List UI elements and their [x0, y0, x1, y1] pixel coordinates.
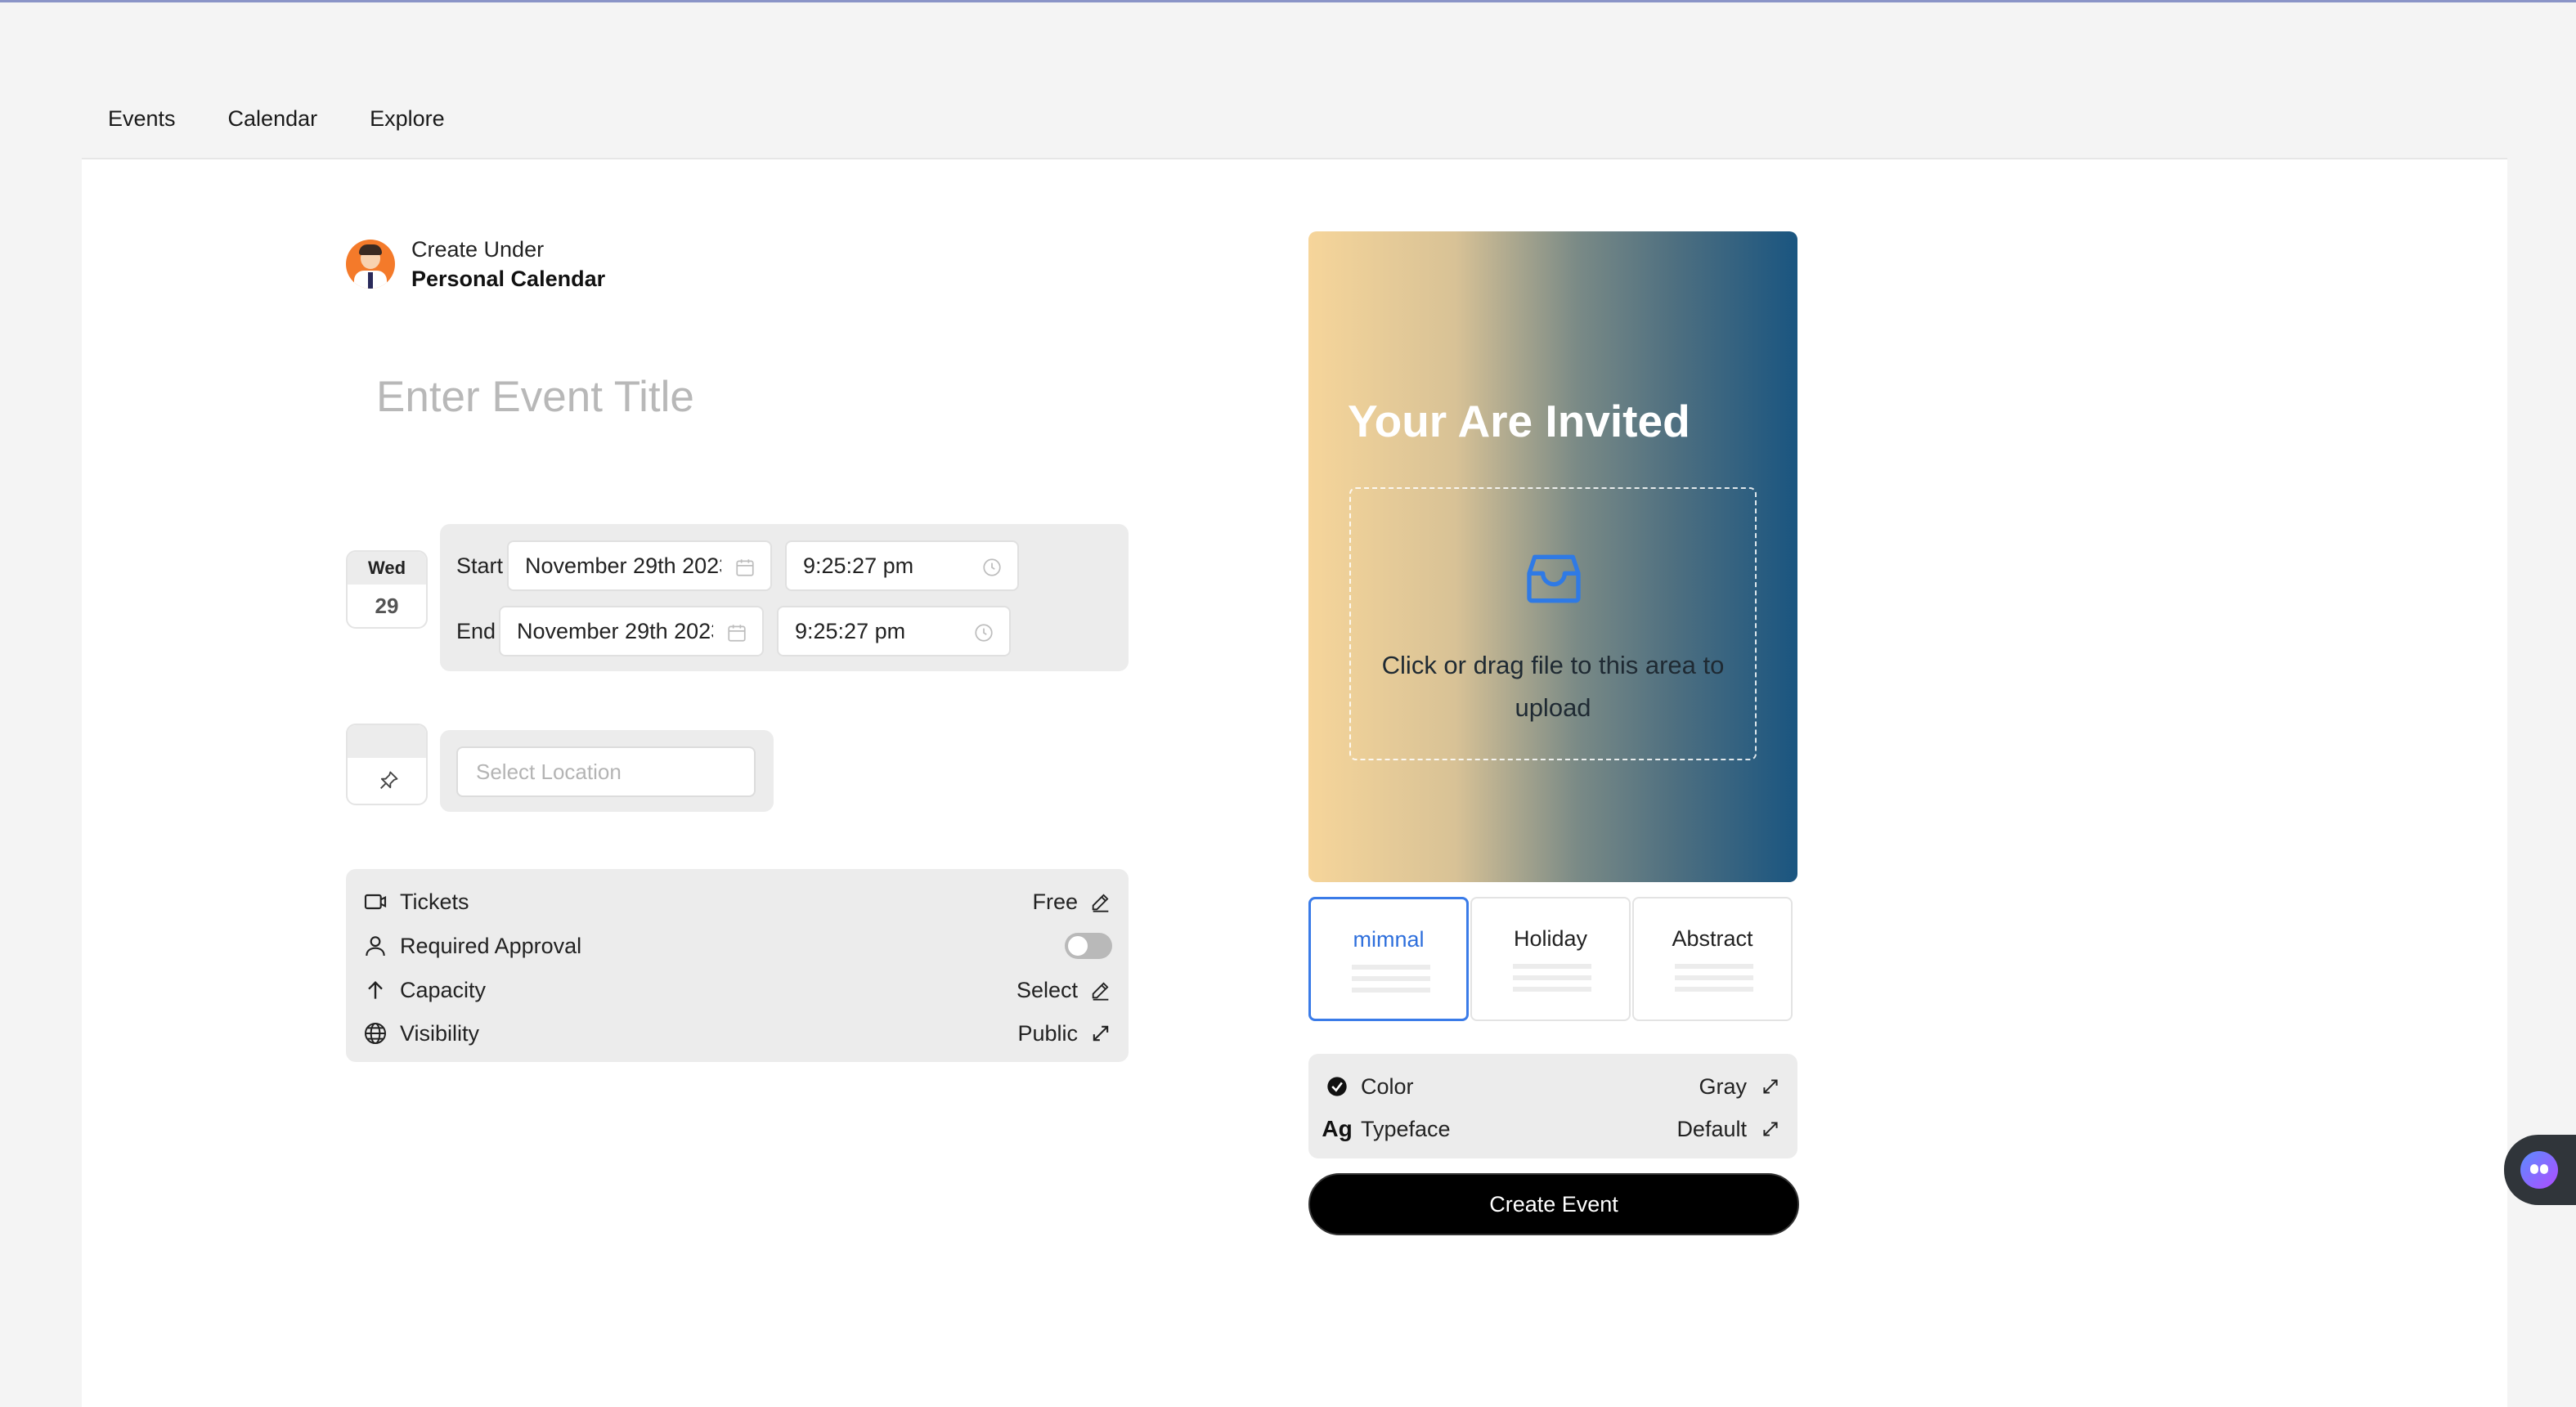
option-color: Color Gray	[1325, 1070, 1781, 1103]
edit-icon[interactable]	[1089, 979, 1112, 1001]
typeface-label: Typeface	[1361, 1116, 1451, 1141]
end-time-value: 9:25:27 pm	[795, 618, 906, 643]
end-date-field[interactable]: November 29th 2023	[499, 606, 764, 656]
image-upload-dropzone[interactable]: Click or drag file to this area to uploa…	[1349, 487, 1757, 760]
location-section	[440, 730, 774, 812]
start-date-value: November 29th 2023	[525, 553, 721, 578]
end-label: End	[456, 618, 496, 643]
theme-selector: mimnal Holiday Abstract	[1308, 897, 1793, 1021]
calendar-icon	[736, 559, 754, 576]
date-badge: Wed 29	[346, 550, 428, 629]
option-required-approval: Required Approval	[362, 930, 1112, 962]
nav-item-explore[interactable]: Explore	[370, 106, 445, 132]
expand-icon[interactable]	[1760, 1118, 1781, 1140]
pin-icon	[380, 771, 398, 789]
arrow-up-icon	[368, 980, 383, 999]
theme-label: mimnal	[1353, 927, 1425, 952]
nav-item-events[interactable]: Events	[108, 106, 176, 132]
ticket-icon	[364, 894, 387, 910]
assistant-icon	[2520, 1151, 2558, 1189]
inbox-icon	[1527, 554, 1581, 603]
edit-icon[interactable]	[1089, 890, 1112, 913]
datetime-section: Start November 29th 2023 9:25:27 pm End …	[440, 524, 1129, 671]
option-visibility: Visibility Public	[362, 1017, 1112, 1050]
typeface-value: Default	[1676, 1116, 1747, 1141]
visibility-value: Public	[1017, 1020, 1078, 1046]
top-nav: Events Calendar Explore	[108, 106, 445, 132]
top-accent-line	[0, 0, 2576, 2]
end-time-field[interactable]: 9:25:27 pm	[777, 606, 1011, 656]
location-badge	[346, 724, 428, 805]
start-date-field[interactable]: November 29th 2023	[507, 540, 772, 591]
clock-icon	[983, 558, 1001, 576]
visibility-label: Visibility	[400, 1020, 480, 1046]
calendar-name: Personal Calendar	[411, 267, 606, 291]
approval-toggle[interactable]	[1065, 933, 1112, 959]
theme-label: Abstract	[1672, 926, 1753, 951]
option-tickets: Tickets Free	[362, 885, 1112, 918]
start-time-value: 9:25:27 pm	[803, 553, 914, 578]
create-event-panel: Create Under Personal Calendar Wed 29 St…	[82, 158, 2507, 1407]
invite-card-preview: Your Are Invited Click or drag file to t…	[1308, 231, 1797, 882]
theme-mimnal[interactable]: mimnal	[1308, 897, 1469, 1021]
invite-title: Your Are Invited	[1348, 396, 1690, 446]
capacity-value: Select	[1016, 977, 1078, 1002]
create-event-button[interactable]: Create Event	[1308, 1173, 1799, 1235]
upload-instructions: Click or drag file to this area to uploa…	[1381, 651, 1725, 722]
color-value: Gray	[1699, 1073, 1747, 1099]
check-circle-icon	[1325, 1074, 1349, 1099]
create-under-label: Create Under	[411, 237, 545, 262]
creator-text: Create Under Personal Calendar	[411, 235, 605, 293]
theme-label: Holiday	[1513, 926, 1588, 951]
location-input[interactable]	[456, 746, 756, 797]
theme-abstract[interactable]: Abstract	[1632, 897, 1793, 1021]
end-date-value: November 29th 2023	[517, 618, 713, 643]
nav-item-calendar[interactable]: Calendar	[228, 106, 318, 132]
date-badge-weekday: Wed	[348, 552, 426, 585]
tickets-label: Tickets	[400, 889, 469, 914]
date-badge-day: 29	[375, 594, 399, 618]
start-time-field[interactable]: 9:25:27 pm	[785, 540, 1019, 591]
option-typeface: Ag Typeface Default	[1322, 1113, 1781, 1145]
expand-icon[interactable]	[1760, 1076, 1781, 1097]
capacity-label: Capacity	[400, 977, 487, 1002]
globe-icon	[365, 1023, 386, 1044]
avatar	[346, 240, 395, 289]
color-label: Color	[1361, 1073, 1414, 1099]
start-label: Start	[456, 553, 504, 578]
approval-label: Required Approval	[400, 933, 582, 958]
style-options: Color Gray Ag Typeface Default	[1308, 1054, 1797, 1158]
assistant-widget[interactable]	[2504, 1135, 2576, 1205]
theme-holiday[interactable]: Holiday	[1470, 897, 1631, 1021]
user-icon	[366, 936, 385, 957]
expand-icon[interactable]	[1089, 1022, 1112, 1045]
end-row: End November 29th 2023 9:25:27 pm	[456, 606, 1011, 656]
option-capacity: Capacity Select	[362, 974, 1112, 1006]
tickets-value: Free	[1032, 889, 1078, 914]
calendar-selector[interactable]: Create Under Personal Calendar	[346, 235, 605, 293]
calendar-icon	[728, 625, 746, 642]
event-options: Tickets Free Required Approval Capacity …	[346, 869, 1129, 1062]
typeface-icon: Ag	[1322, 1116, 1353, 1141]
clock-icon	[975, 624, 993, 642]
start-row: Start November 29th 2023 9:25:27 pm	[456, 540, 1019, 591]
event-title-input[interactable]	[376, 364, 1112, 429]
